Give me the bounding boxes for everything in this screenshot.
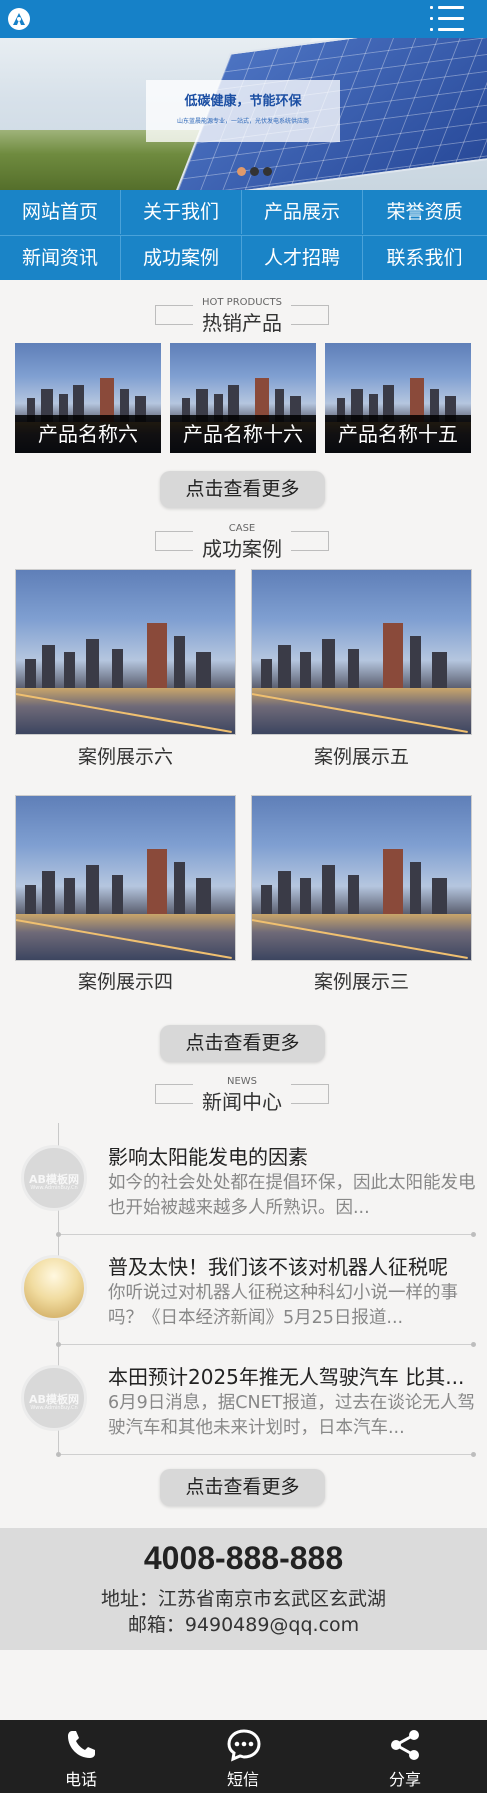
logo-icon[interactable] (8, 8, 30, 30)
section-title-cn: 热销产品 (202, 311, 282, 335)
case-name[interactable]: 案例展示六 (15, 742, 236, 769)
product-card[interactable]: 产品名称十五 (325, 343, 471, 453)
news-title[interactable]: 本田预计2025年推无人驾驶汽车 比其... (108, 1361, 478, 1390)
nav-item-jobs[interactable]: 人才招聘 (242, 236, 363, 280)
nav-item-honors[interactable]: 荣誉资质 (364, 190, 485, 234)
product-name: 产品名称六 (15, 415, 161, 453)
menu-icon[interactable] (430, 6, 464, 32)
nav-item-home[interactable]: 网站首页 (0, 190, 121, 234)
share-button[interactable]: 分享 (324, 1720, 486, 1793)
case-image[interactable] (15, 569, 236, 735)
message-icon (227, 1729, 261, 1762)
share-label: 分享 (388, 1770, 421, 1789)
news-thumbnail: AB模板网 Www.AdminBuy.Cn (21, 1145, 87, 1211)
share-icon (391, 1730, 419, 1760)
nav-item-cases[interactable]: 成功案例 (121, 236, 242, 280)
banner-slider[interactable]: 低碳健康，节能环保 山东蓝晨能源专业，一站式，光伏发电系统供应商 (0, 38, 487, 190)
hotline-number[interactable]: 4008-888-888 (0, 1540, 487, 1577)
case-image[interactable] (15, 795, 236, 961)
case-name[interactable]: 案例展示四 (15, 967, 236, 994)
news-title[interactable]: 影响太阳能发电的因素 (108, 1141, 478, 1170)
news-item[interactable]: 普及太快！我们该不该对机器人征税呢 你听说过对机器人征税这种科幻小说一样的事吗？… (20, 1235, 476, 1347)
products-more-button[interactable]: 点击查看更多 (160, 471, 325, 508)
section-title-cn: 新闻中心 (202, 1090, 282, 1114)
slider-dot[interactable] (250, 167, 259, 176)
product-name: 产品名称十六 (170, 415, 316, 453)
product-name: 产品名称十五 (325, 415, 471, 453)
nav-item-contact[interactable]: 联系我们 (364, 236, 485, 280)
news-title[interactable]: 普及太快！我们该不该对机器人征税呢 (108, 1251, 478, 1280)
news-summary: 6月9日消息，据CNET报道，过去在谈论无人驾驶汽车和其他未来计划时，日本汽车.… (108, 1393, 475, 1438)
banner-caption: 低碳健康，节能环保 山东蓝晨能源专业，一站式，光伏发电系统供应商 (146, 80, 340, 142)
page-right-margin (487, 0, 500, 1793)
cases-more-button[interactable]: 点击查看更多 (160, 1025, 325, 1062)
call-button[interactable]: 电话 (0, 1720, 162, 1793)
banner-subtitle: 山东蓝晨能源专业，一站式，光伏发电系统供应商 (176, 118, 309, 125)
section-title-cn: 成功案例 (202, 537, 282, 561)
nav-item-products[interactable]: 产品展示 (242, 190, 363, 234)
section-title-news: NEWS 新闻中心 (155, 1076, 329, 1114)
main-nav: 网站首页 关于我们 产品展示 荣誉资质 新闻资讯 成功案例 人才招聘 联系我们 (0, 190, 487, 280)
news-item[interactable]: AB模板网 Www.AdminBuy.Cn 本田预计2025年推无人驾驶汽车 比… (20, 1345, 476, 1457)
email-text: 邮箱：9490489@qq.com (127, 1614, 360, 1636)
section-title-cases: CASE 成功案例 (155, 523, 329, 561)
contact-footer: 4008-888-888 地址：江苏省南京市玄武区玄武湖 邮箱：9490489@… (0, 1528, 487, 1650)
product-card[interactable]: 产品名称十六 (170, 343, 316, 453)
news-thumbnail (21, 1255, 87, 1321)
news-more-button[interactable]: 点击查看更多 (160, 1469, 325, 1506)
case-image[interactable] (251, 569, 472, 735)
slider-dot[interactable] (237, 167, 246, 176)
header-bar (0, 0, 487, 38)
nav-item-about[interactable]: 关于我们 (121, 190, 242, 234)
news-summary: 你听说过对机器人征税这种科幻小说一样的事吗？《日本经济新闻》5月25日报道... (108, 1283, 458, 1328)
sms-button[interactable]: 短信 (162, 1720, 324, 1793)
nav-item-news[interactable]: 新闻资讯 (0, 236, 121, 280)
slider-dot[interactable] (263, 167, 272, 176)
bottom-action-bar: 电话 短信 分享 (0, 1720, 487, 1793)
call-label: 电话 (64, 1770, 97, 1789)
news-thumbnail: AB模板网 Www.AdminBuy.Cn (21, 1365, 87, 1431)
case-image[interactable] (251, 795, 472, 961)
case-name[interactable]: 案例展示五 (251, 742, 472, 769)
phone-icon (68, 1731, 95, 1758)
address-text: 地址：江苏省南京市玄武区玄武湖 (100, 1588, 386, 1610)
section-title-products: HOT PRODUCTS 热销产品 (155, 297, 329, 335)
sms-label: 短信 (226, 1770, 259, 1789)
news-item[interactable]: AB模板网 Www.AdminBuy.Cn 影响太阳能发电的因素 如今的社会处处… (20, 1125, 476, 1237)
news-summary: 如今的社会处处都在提倡环保，因此太阳能发电也开始被越来越多人所熟识。因... (108, 1173, 476, 1218)
product-card[interactable]: 产品名称六 (15, 343, 161, 453)
banner-title: 低碳健康，节能环保 (184, 94, 302, 109)
case-name[interactable]: 案例展示三 (251, 967, 472, 994)
